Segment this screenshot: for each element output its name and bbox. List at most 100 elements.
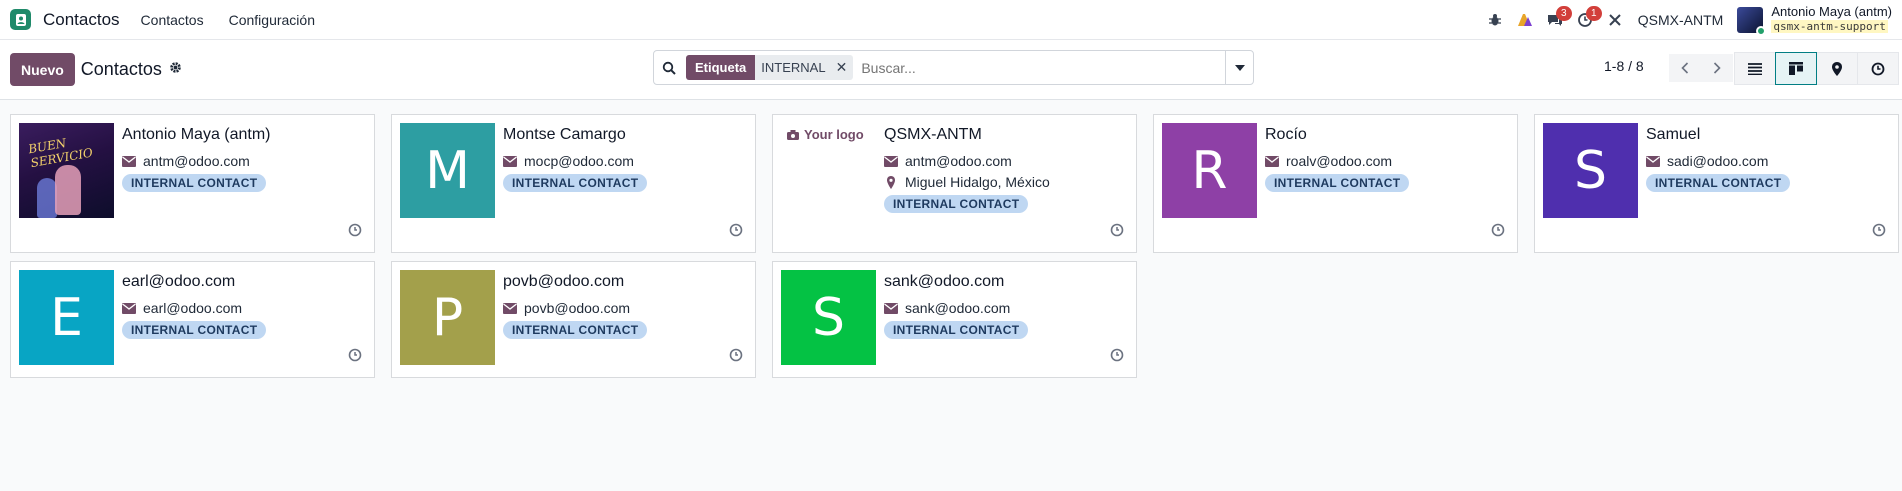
kanban-view-button[interactable]	[1775, 52, 1817, 85]
activity-clock-icon[interactable]: 1	[1570, 0, 1602, 40]
activity-view-button[interactable]	[1857, 52, 1899, 85]
top-navbar: Contactos Contactos Configuración 3 1 QS…	[0, 0, 1902, 40]
contact-email-line: antm@odoo.com	[122, 153, 250, 169]
company-switcher[interactable]: QSMX-ANTM	[1638, 12, 1724, 28]
view-switcher	[1734, 52, 1899, 85]
facet-value-text: INTERNAL	[761, 60, 826, 75]
company-logo-placeholder: Your logo	[787, 127, 864, 142]
contact-card[interactable]: Your logo QSMX-ANTM antm@odoo.com Miguel…	[772, 114, 1137, 253]
envelope-icon	[1646, 155, 1660, 167]
contact-name: Rocío	[1265, 126, 1307, 143]
activity-clock-icon[interactable]	[1872, 223, 1886, 241]
search-bar[interactable]: Etiqueta INTERNAL ✕	[653, 50, 1254, 85]
activity-clock-icon[interactable]	[1110, 223, 1124, 241]
search-icon	[654, 61, 684, 75]
search-input[interactable]	[861, 59, 1225, 76]
facet-value: INTERNAL ✕	[755, 55, 854, 80]
kanban-icon	[1789, 62, 1803, 75]
activity-clock-icon[interactable]	[348, 348, 362, 366]
contact-photo: BUEN SERVICIO	[19, 123, 114, 218]
contact-email: earl@odoo.com	[143, 300, 243, 316]
contact-card[interactable]: S sank@odoo.com sank@odoo.com INTERNAL C…	[772, 261, 1137, 378]
user-name: Antonio Maya (antm)	[1771, 4, 1892, 19]
camera-icon	[787, 129, 799, 140]
contact-email: povb@odoo.com	[524, 300, 631, 316]
contact-email: antm@odoo.com	[905, 153, 1012, 169]
tag-badge: INTERNAL CONTACT	[122, 174, 267, 192]
contact-location-line: Miguel Hidalgo, México	[884, 174, 1050, 190]
map-view-button[interactable]	[1816, 52, 1858, 85]
contact-email: roalv@odoo.com	[1286, 153, 1393, 169]
contact-email-line: roalv@odoo.com	[1265, 153, 1392, 169]
chevron-right-icon	[1713, 62, 1721, 74]
caret-down-icon	[1234, 64, 1245, 71]
pager-previous[interactable]	[1669, 54, 1701, 82]
tag-badge: INTERNAL CONTACT	[503, 321, 648, 339]
activity-clock-icon[interactable]	[1491, 223, 1505, 241]
database-label: qsmx-antm-support	[1771, 19, 1892, 34]
contact-email-line: sadi@odoo.com	[1646, 153, 1768, 169]
user-avatar[interactable]	[1737, 6, 1767, 36]
activity-clock-icon[interactable]	[729, 223, 743, 241]
gear-icon[interactable]	[169, 61, 182, 78]
ai-assistant-icon[interactable]	[1510, 0, 1540, 40]
tag-badge: INTERNAL CONTACT	[122, 321, 267, 339]
contact-name: Samuel	[1646, 126, 1701, 143]
contact-card[interactable]: BUEN SERVICIO Antonio Maya (antm) antm@o…	[10, 114, 375, 253]
activity-clock-icon[interactable]	[348, 223, 362, 241]
contact-avatar: P	[400, 270, 495, 365]
list-icon	[1748, 62, 1762, 75]
contact-card[interactable]: S Samuel sadi@odoo.com INTERNAL CONTACT	[1534, 114, 1899, 253]
chat-messages-icon[interactable]: 3	[1540, 0, 1572, 40]
contact-email: sank@odoo.com	[905, 300, 1011, 316]
envelope-icon	[122, 302, 136, 314]
contact-name: QSMX-ANTM	[884, 126, 982, 143]
contact-email: sadi@odoo.com	[1667, 153, 1769, 169]
menu-contactos[interactable]: Contactos	[141, 12, 204, 28]
search-facet[interactable]: Etiqueta INTERNAL ✕	[686, 55, 854, 80]
tag-badge: INTERNAL CONTACT	[1265, 174, 1410, 192]
pager-next[interactable]	[1701, 54, 1733, 82]
envelope-icon	[503, 302, 517, 314]
activity-clock-icon[interactable]	[1110, 348, 1124, 366]
contact-name: sank@odoo.com	[884, 273, 1005, 290]
contact-email-line: povb@odoo.com	[503, 300, 630, 316]
pager-value[interactable]: 1-8 / 8	[1604, 58, 1644, 74]
contact-avatar: E	[19, 270, 114, 365]
contact-card[interactable]: P povb@odoo.com povb@odoo.com INTERNAL C…	[391, 261, 756, 378]
tag-badge: INTERNAL CONTACT	[884, 195, 1029, 213]
online-status-dot	[1756, 25, 1767, 36]
contact-email-line: earl@odoo.com	[122, 300, 242, 316]
contact-name: Antonio Maya (antm)	[122, 126, 271, 143]
contacts-app-icon[interactable]	[10, 9, 31, 30]
contact-card[interactable]: E earl@odoo.com earl@odoo.com INTERNAL C…	[10, 261, 375, 378]
tag-badge: INTERNAL CONTACT	[884, 321, 1029, 339]
tag-badge: INTERNAL CONTACT	[503, 174, 648, 192]
contact-card[interactable]: M Montse Camargo mocp@odoo.com INTERNAL …	[391, 114, 756, 253]
contact-location: Miguel Hidalgo, México	[905, 174, 1050, 190]
database-name: qsmx-antm-support	[1771, 20, 1888, 33]
photo-sign-text: BUEN SERVICIO	[27, 135, 94, 171]
contact-email-line: mocp@odoo.com	[503, 153, 634, 169]
envelope-icon	[884, 302, 898, 314]
menu-configuracion[interactable]: Configuración	[229, 12, 315, 28]
debug-bug-icon[interactable]	[1480, 0, 1510, 40]
tag-badge: INTERNAL CONTACT	[1646, 174, 1791, 192]
remove-facet-icon[interactable]: ✕	[836, 59, 848, 76]
envelope-icon	[1265, 155, 1279, 167]
contact-card[interactable]: R Rocío roalv@odoo.com INTERNAL CONTACT	[1153, 114, 1518, 253]
activity-clock-icon[interactable]	[729, 348, 743, 366]
contact-email-line: antm@odoo.com	[884, 153, 1012, 169]
user-menu[interactable]: Antonio Maya (antm) qsmx-antm-support	[1771, 5, 1892, 34]
facet-label: Etiqueta	[686, 55, 756, 80]
contact-name: povb@odoo.com	[503, 273, 625, 290]
contact-avatar: S	[1543, 123, 1638, 218]
app-brand[interactable]: Contactos	[43, 10, 120, 30]
new-button[interactable]: Nuevo	[10, 53, 75, 86]
contact-avatar: S	[781, 270, 876, 365]
search-options-toggle[interactable]	[1225, 51, 1253, 84]
list-view-button[interactable]	[1734, 52, 1776, 85]
map-marker-icon	[1832, 61, 1842, 76]
contact-email: antm@odoo.com	[143, 153, 250, 169]
tools-icon[interactable]	[1600, 0, 1630, 40]
